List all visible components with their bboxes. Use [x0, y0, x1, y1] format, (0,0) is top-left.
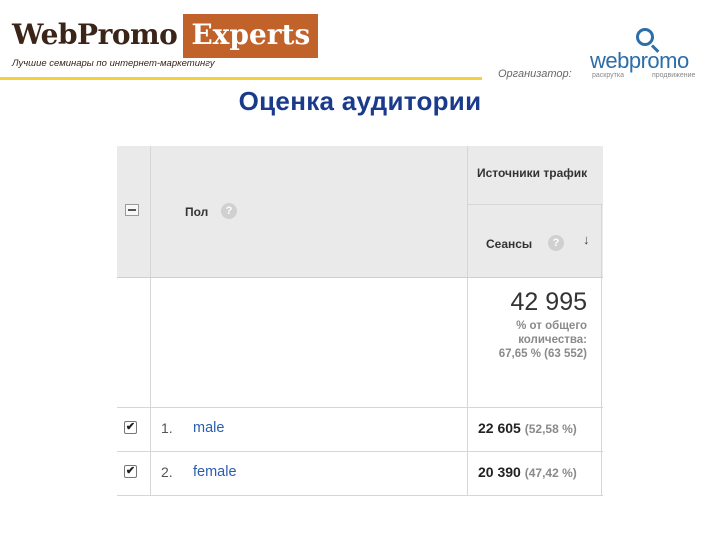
grid-line — [601, 204, 602, 496]
row-checkbox-female[interactable]: ✔ — [124, 465, 137, 478]
grid-line — [467, 204, 603, 205]
total-sessions-share: % от общего количества: 67,65 % (63 552) — [477, 319, 587, 361]
row-value: 20 390 (47,42 %) — [478, 464, 577, 480]
grid-line — [117, 277, 603, 278]
row-sessions: 22 605 — [478, 420, 521, 436]
page-title: Оценка аудитории — [238, 86, 482, 116]
webpromo-logo-text: webpromo — [590, 48, 689, 73]
analytics-table: Пол ? Источники трафик Сеансы ? ↓ 42 995… — [117, 146, 603, 496]
total-line-2: количества: — [518, 334, 587, 346]
question-icon[interactable]: ? — [221, 203, 237, 219]
metric-header-sessions[interactable]: Сеансы — [486, 237, 532, 251]
row-percent: (47,42 %) — [524, 466, 577, 480]
header-divider — [0, 77, 482, 80]
webpromo-experts-logo: WebPromo Experts — [12, 14, 319, 58]
row-checkbox-male[interactable]: ✔ — [124, 421, 137, 434]
row-value: 22 605 (52,58 %) — [478, 420, 577, 436]
grid-line — [150, 146, 151, 496]
webpromo-sub-right: продвижение — [652, 72, 696, 79]
row-percent: (52,58 %) — [524, 422, 577, 436]
row-sessions: 20 390 — [478, 464, 521, 480]
magnifier-icon — [636, 28, 654, 46]
total-line-1: % от общего — [516, 320, 587, 332]
row-link-female[interactable]: female — [193, 464, 237, 480]
webpromo-logo: webpromo раскрутка продвижение — [590, 28, 710, 86]
webpromo-sub-left: раскрутка — [592, 72, 624, 79]
total-sessions-value: 42 995 — [510, 288, 587, 316]
collapse-all-checkbox[interactable] — [125, 204, 139, 216]
grid-line — [467, 146, 468, 496]
arrow-down-icon[interactable]: ↓ — [583, 232, 590, 247]
question-icon[interactable]: ? — [548, 235, 564, 251]
group-header: Источники трафик — [477, 166, 588, 180]
total-line-3: 67,65 % (63 552) — [498, 348, 587, 360]
grid-line — [117, 495, 603, 496]
grid-line — [117, 451, 603, 452]
logo-webpromo-text: WebPromo — [12, 18, 178, 51]
row-link-male[interactable]: male — [193, 420, 224, 436]
organizer-label: Организатор: — [498, 68, 572, 80]
logo-experts-text: Experts — [183, 14, 319, 58]
tagline: Лучшие семинары по интернет-маркетингу — [12, 58, 215, 69]
row-number: 1. — [161, 420, 173, 436]
row-number: 2. — [161, 464, 173, 480]
dimension-header[interactable]: Пол — [185, 205, 208, 219]
grid-line — [117, 407, 603, 408]
